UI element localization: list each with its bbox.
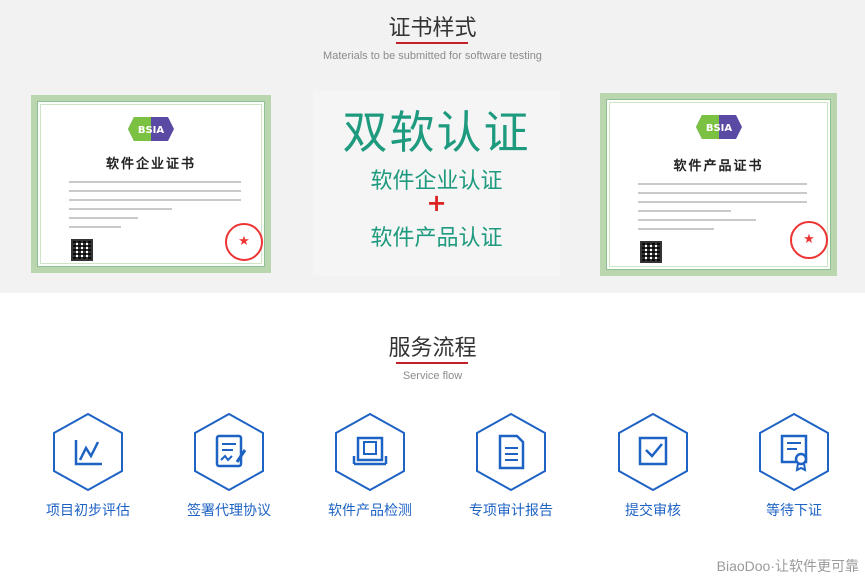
monitor-test-icon bbox=[335, 412, 405, 492]
flow-step-audit-report[interactable]: 专项审计报告 bbox=[451, 412, 571, 520]
official-seal bbox=[790, 221, 828, 259]
certificate-heading: 软件产品证书 bbox=[673, 159, 764, 174]
flow-step-submit-review[interactable]: 提交审核 bbox=[593, 412, 713, 520]
flow-step-label: 项目初步评估 bbox=[46, 503, 130, 519]
flow-step-product-testing[interactable]: 软件产品检测 bbox=[310, 412, 430, 520]
service-flow-subtitle: Service flow bbox=[402, 370, 463, 382]
qr-code bbox=[640, 241, 662, 263]
chart-line-icon bbox=[53, 412, 123, 492]
product-certificate-image: BSIA 软件产品证书 bbox=[600, 93, 837, 276]
flow-step-await-certificate[interactable]: 等待下证 bbox=[734, 412, 854, 520]
bsia-logo: BSIA bbox=[128, 117, 174, 141]
checkbox-submit-icon bbox=[618, 412, 688, 492]
service-flow-title: 服务流程 bbox=[388, 336, 477, 361]
certificate-section-subtitle: Materials to be submitted for software t… bbox=[323, 50, 542, 62]
certificate-section-title: 证书样式 bbox=[388, 16, 477, 41]
official-seal bbox=[225, 223, 263, 261]
flow-step-label: 签署代理协议 bbox=[187, 503, 271, 519]
certificate-award-icon bbox=[759, 412, 829, 492]
dual-certification-title: 双软认证 bbox=[342, 106, 531, 159]
logo-text: BSIA bbox=[705, 123, 732, 134]
certificate-heading: 软件企业证书 bbox=[105, 157, 196, 172]
flow-step-label: 提交审核 bbox=[625, 503, 681, 519]
qr-code bbox=[71, 239, 93, 261]
plus-sign: + bbox=[426, 189, 447, 217]
watermark-text: BiaoDoo·让软件更可靠 bbox=[716, 558, 859, 574]
logo-text: BSIA bbox=[138, 125, 165, 136]
certificate-body-text bbox=[69, 181, 241, 235]
certificate-body-text bbox=[638, 183, 807, 237]
title-underline bbox=[396, 362, 468, 364]
enterprise-certificate-image: BSIA 软件企业证书 bbox=[31, 95, 271, 273]
flow-step-label: 软件产品检测 bbox=[328, 503, 412, 519]
flow-step-assessment[interactable]: 项目初步评估 bbox=[28, 412, 148, 520]
flow-step-label: 专项审计报告 bbox=[469, 503, 553, 519]
report-document-icon bbox=[476, 412, 546, 492]
title-underline bbox=[396, 42, 468, 44]
bsia-logo: BSIA bbox=[695, 115, 742, 139]
sign-document-icon bbox=[194, 412, 264, 492]
flow-step-sign-agreement[interactable]: 签署代理协议 bbox=[169, 412, 289, 520]
product-certification-text: 软件产品认证 bbox=[370, 226, 503, 251]
flow-step-label: 等待下证 bbox=[766, 503, 822, 519]
